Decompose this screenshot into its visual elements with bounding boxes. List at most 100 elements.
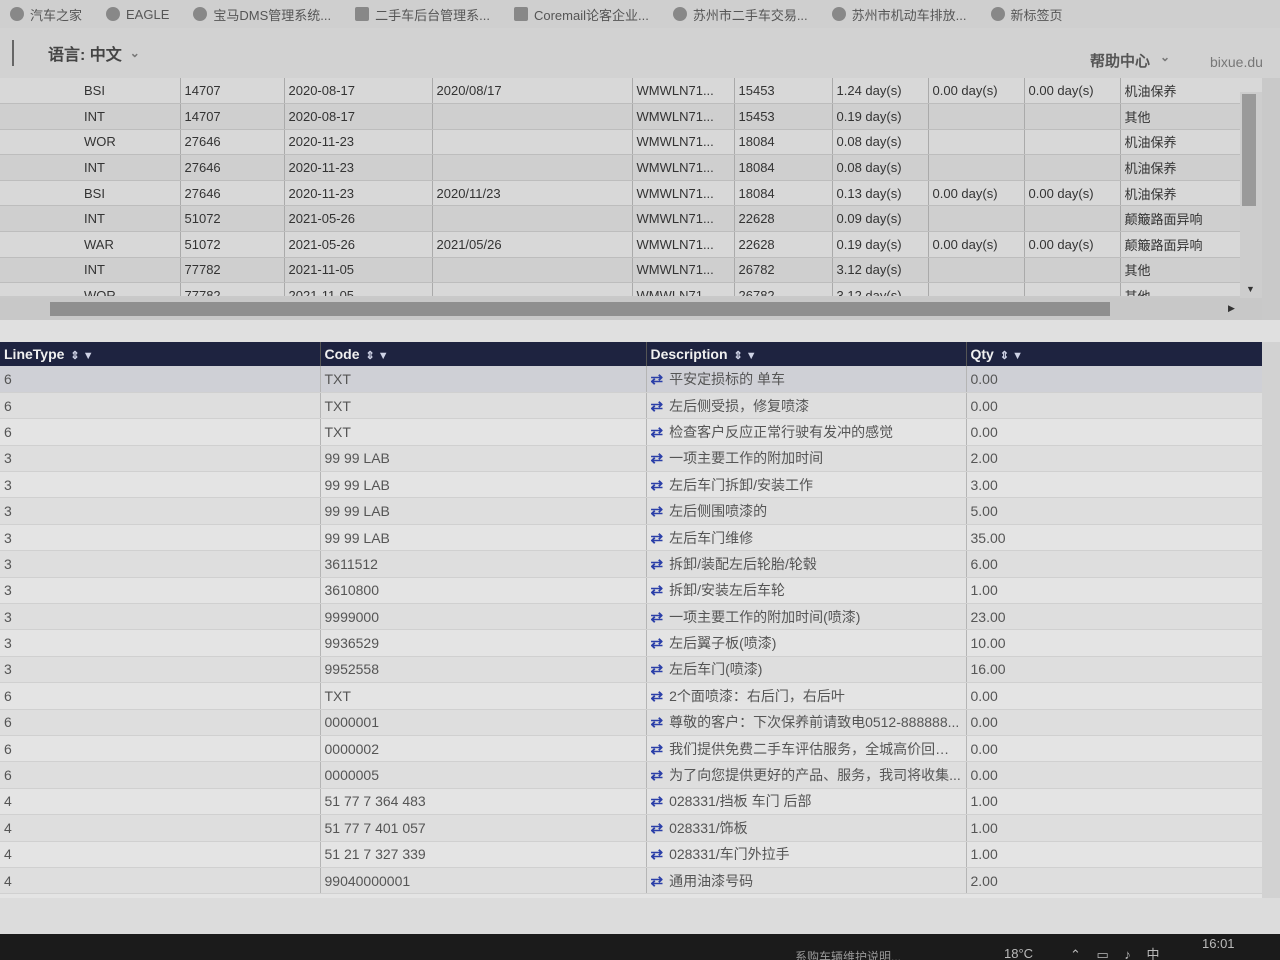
table-row[interactable]: 6 TXT ⇄ 检查客户反应正常行驶有发冲的感觉 0.00 bbox=[0, 418, 1262, 446]
transfer-icon[interactable]: ⇄ bbox=[651, 792, 664, 810]
transfer-icon[interactable]: ⇄ bbox=[651, 634, 664, 652]
table-row[interactable]: 6 TXT ⇄ 2个面喷漆：右后门，右后叶 0.00 bbox=[0, 682, 1262, 710]
clock-time[interactable]: 16:01 bbox=[1202, 936, 1235, 951]
upper-horizontal-scrollbar[interactable]: ▶ bbox=[0, 298, 1262, 320]
table-row[interactable]: INT 77782 2021-11-05 WMWLN71... 26782 3.12 da… bbox=[0, 257, 1262, 284]
transfer-icon[interactable]: ⇄ bbox=[651, 713, 664, 731]
table-row[interactable]: 6 0000005 ⇄ 为了向您提供更好的产品、服务，我司将收集... 0.00 bbox=[0, 761, 1262, 789]
transfer-icon[interactable]: ⇄ bbox=[651, 608, 664, 626]
job-lines-grid: LineType ⇕ ▼ Code ⇕ ▼ Description ⇕ ▼ Qty ⇕ ▼ 6… bbox=[0, 342, 1262, 898]
scroll-right-arrow-icon[interactable]: ▶ bbox=[1228, 303, 1235, 314]
bookmark-item[interactable]: 苏州市二手车交易... bbox=[663, 5, 822, 24]
table-row[interactable]: 6 TXT ⇄ 平安定损标的 单车 0.00 bbox=[0, 366, 1262, 393]
bookmark-item[interactable]: EAGLE bbox=[96, 7, 183, 22]
transfer-icon[interactable]: ⇄ bbox=[651, 660, 664, 678]
table-row[interactable]: 4 99040000001 ⇄ 通用油漆号码 2.00 bbox=[0, 867, 1262, 895]
bookmark-item[interactable]: 宝马DMS管理系统... bbox=[183, 5, 345, 24]
table-row[interactable]: 6 0000002 ⇄ 我们提供免费二手车评估服务，全城高价回购。 0.00 bbox=[0, 735, 1262, 763]
qty-cell: 0.00 bbox=[966, 418, 1262, 446]
scrollbar-thumb[interactable] bbox=[1242, 94, 1256, 206]
description-content: ⇄ 左后翼子板(喷漆) bbox=[651, 633, 962, 653]
table-row[interactable]: 3 99 99 LAB ⇄ 左后侧围喷漆的 5.00 bbox=[0, 497, 1262, 525]
table-row[interactable]: 3 99 99 LAB ⇄ 左后车门维修 35.00 bbox=[0, 524, 1262, 552]
sort-filter-icon[interactable]: ⇕ ▼ bbox=[1000, 350, 1023, 362]
transfer-icon[interactable]: ⇄ bbox=[651, 740, 664, 758]
transfer-icon[interactable]: ⇄ bbox=[651, 370, 664, 388]
transfer-icon[interactable]: ⇄ bbox=[651, 449, 664, 467]
transfer-icon[interactable]: ⇄ bbox=[651, 397, 664, 415]
column-header-linetype[interactable]: LineType ⇕ ▼ bbox=[0, 342, 321, 366]
order-number-cell: 27646 bbox=[180, 154, 285, 181]
description-text: 拆卸/安装左后车轮 bbox=[669, 582, 785, 599]
bookmark-label: Coremail论客企业... bbox=[533, 7, 649, 23]
scrollbar-thumb[interactable] bbox=[50, 302, 1110, 316]
wait-time-cell: 0.00 day(s) bbox=[928, 180, 1025, 207]
transfer-icon[interactable]: ⇄ bbox=[651, 819, 664, 837]
column-header-qty[interactable]: Qty ⇕ ▼ bbox=[966, 342, 1262, 366]
description-content: ⇄ 左后侧围喷漆的 bbox=[651, 501, 962, 521]
order-type-cell: INT bbox=[0, 205, 181, 233]
table-row[interactable]: INT 14707 2020-08-17 WMWLN71... 15453 0.19 da… bbox=[0, 103, 1262, 130]
table-row[interactable]: INT 27646 2020-11-23 WMWLN71... 18084 0.08 da… bbox=[0, 154, 1262, 181]
transfer-icon[interactable]: ⇄ bbox=[651, 476, 664, 494]
bookmark-item[interactable]: 汽车之家 bbox=[0, 5, 96, 24]
column-header-description[interactable]: Description ⇕ ▼ bbox=[646, 342, 967, 366]
table-row[interactable]: WOR 27646 2020-11-23 WMWLN71... 18084 0.08 da… bbox=[0, 129, 1262, 156]
transfer-icon[interactable]: ⇄ bbox=[651, 766, 664, 784]
table-row[interactable]: 4 51 21 7 327 339 ⇄ 028331/车门外拉手 1.00 bbox=[0, 841, 1262, 868]
bookmark-label: 苏州市机动车排放... bbox=[851, 7, 967, 23]
bookmark-item[interactable]: 苏州市机动车排放... bbox=[822, 5, 981, 24]
page-footer-area bbox=[0, 898, 1280, 934]
scroll-down-arrow-icon[interactable]: ▼ bbox=[1246, 284, 1255, 294]
table-row[interactable]: 3 9952558 ⇄ 左后车门(喷漆) 16.00 bbox=[0, 656, 1262, 684]
table-row[interactable]: 3 99 99 LAB ⇄ 左后车门拆卸/安装工作 3.00 bbox=[0, 471, 1262, 499]
table-row[interactable]: WOR 77782 2021-11-05 WMWLN71... 26782 3.12 da… bbox=[0, 282, 1262, 296]
sort-filter-icon[interactable]: ⇕ ▼ bbox=[70, 350, 93, 362]
taskbar-app-label[interactable]: 系购车辆维护说明... bbox=[795, 948, 901, 960]
transfer-icon[interactable]: ⇄ bbox=[651, 529, 664, 547]
table-row[interactable]: 3 99 99 LAB ⇄ 一项主要工作的附加时间 2.00 bbox=[0, 445, 1262, 473]
user-name[interactable]: bixue.du bbox=[1210, 54, 1263, 70]
linetype-cell: 6 bbox=[0, 735, 321, 763]
mileage-cell: 26782 bbox=[734, 257, 833, 284]
code-cell: 3611512 bbox=[320, 550, 647, 578]
language-selector[interactable]: 语言: 中文 ⌄ bbox=[48, 41, 140, 65]
transfer-icon[interactable]: ⇄ bbox=[651, 845, 664, 863]
transfer-icon[interactable]: ⇄ bbox=[651, 423, 664, 441]
column-header-code[interactable]: Code ⇕ ▼ bbox=[320, 342, 647, 366]
table-row[interactable]: 6 TXT ⇄ 左后侧受损，修复喷漆 0.00 bbox=[0, 392, 1262, 420]
bookmark-item[interactable]: Coremail论客企业... bbox=[504, 5, 663, 24]
transfer-icon[interactable]: ⇄ bbox=[651, 502, 664, 520]
sort-filter-icon[interactable]: ⇕ ▼ bbox=[366, 350, 389, 362]
weather-temperature[interactable]: 18°C bbox=[1004, 946, 1033, 960]
linetype-cell: 3 bbox=[0, 577, 321, 605]
table-row[interactable]: 6 0000001 ⇄ 尊敬的客户：下次保养前请致电0512-888888... 0.0… bbox=[0, 709, 1262, 736]
system-tray-icons[interactable]: ⌃ ▭ ♪ 中 bbox=[1070, 944, 1166, 960]
table-row[interactable]: BSI 14707 2020-08-17 2020/08/17 WMWLN71... 15… bbox=[0, 78, 1262, 105]
qty-cell: 0.00 bbox=[966, 682, 1262, 710]
table-row[interactable]: 3 9999000 ⇄ 一项主要工作的附加时间(喷漆) 23.00 bbox=[0, 603, 1262, 631]
table-row[interactable]: WAR 51072 2021-05-26 2021/05/26 WMWLN71... 22… bbox=[0, 231, 1262, 258]
upper-vertical-scrollbar[interactable]: ▼ bbox=[1240, 92, 1262, 298]
order-number-cell: 14707 bbox=[180, 78, 285, 105]
help-center-menu[interactable]: 帮助中心 ⌄ bbox=[1090, 50, 1170, 71]
qty-cell: 5.00 bbox=[966, 497, 1262, 525]
table-row[interactable]: BSI 27646 2020-11-23 2020/11/23 WMWLN71... 18… bbox=[0, 180, 1262, 207]
table-row[interactable]: 3 9936529 ⇄ 左后翼子板(喷漆) 10.00 bbox=[0, 629, 1262, 657]
table-row[interactable]: 3 3611512 ⇄ 拆卸/装配左后轮胎/轮毂 6.00 bbox=[0, 550, 1262, 578]
table-row[interactable]: 4 51 77 7 401 057 ⇄ 028331/饰板 1.00 bbox=[0, 814, 1262, 842]
code-cell: 51 21 7 327 339 bbox=[320, 841, 647, 868]
wait-time-cell bbox=[928, 154, 1025, 181]
sort-filter-icon[interactable]: ⇕ ▼ bbox=[734, 350, 757, 362]
table-row[interactable]: 3 3610800 ⇄ 拆卸/安装左后车轮 1.00 bbox=[0, 577, 1262, 605]
bookmark-item[interactable]: 二手车后台管理系... bbox=[345, 5, 504, 24]
bookmark-item[interactable]: 新标签页 bbox=[981, 5, 1077, 24]
table-row[interactable]: 4 51 77 7 364 483 ⇄ 028331/挡板 车门 后部 1.00 bbox=[0, 788, 1262, 816]
mileage-cell: 15453 bbox=[734, 103, 833, 130]
transfer-icon[interactable]: ⇄ bbox=[651, 581, 664, 599]
table-row[interactable]: INT 51072 2021-05-26 WMWLN71... 22628 0.09 da… bbox=[0, 205, 1262, 233]
transfer-icon[interactable]: ⇄ bbox=[651, 872, 664, 890]
transfer-icon[interactable]: ⇄ bbox=[651, 687, 664, 705]
order-date-cell: 2020-08-17 bbox=[284, 78, 433, 105]
transfer-icon[interactable]: ⇄ bbox=[651, 555, 664, 573]
